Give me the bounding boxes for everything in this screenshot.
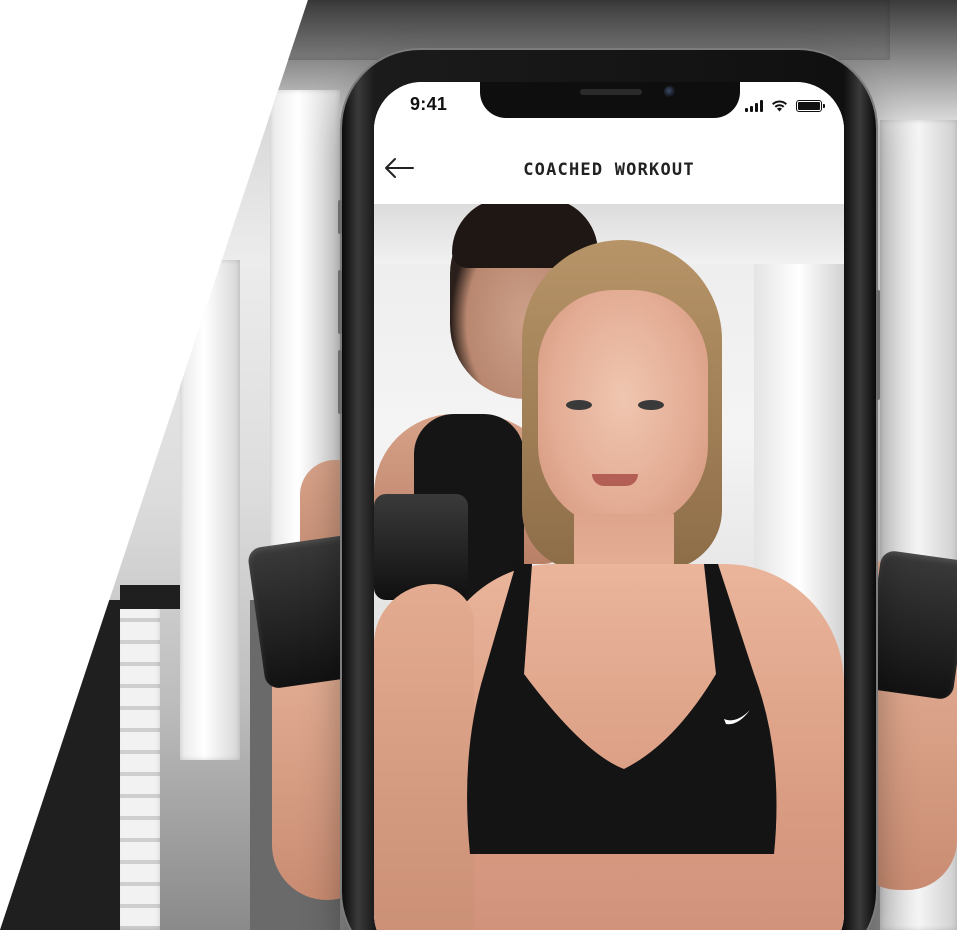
phone-frame: 9:41 COACHED WORKOUT — [338, 50, 880, 930]
nav-bar: COACHED WORKOUT — [374, 132, 844, 205]
status-icons — [745, 98, 825, 112]
phone-screen: 9:41 COACHED WORKOUT — [374, 82, 844, 930]
notch — [480, 82, 740, 118]
speaker-grille — [580, 89, 642, 95]
status-bar: 9:41 — [374, 82, 844, 132]
volume-up-button — [338, 270, 342, 334]
cellular-signal-icon — [745, 100, 763, 112]
status-time: 9:41 — [410, 94, 448, 114]
mute-switch — [338, 200, 342, 234]
wifi-icon — [772, 100, 787, 112]
athlete-eye-left — [566, 400, 592, 410]
hero-stage: 9:41 COACHED WORKOUT — [0, 0, 957, 930]
sports-bra — [467, 564, 777, 854]
athlete-mouth — [592, 474, 638, 486]
athlete-eye-right — [638, 400, 664, 410]
power-button — [876, 290, 880, 400]
workout-video[interactable] — [374, 204, 844, 930]
athlete-face — [538, 290, 708, 530]
battery-icon — [796, 100, 825, 112]
page-title: COACHED WORKOUT — [523, 160, 695, 180]
volume-down-button — [338, 350, 342, 414]
front-camera — [664, 86, 676, 98]
